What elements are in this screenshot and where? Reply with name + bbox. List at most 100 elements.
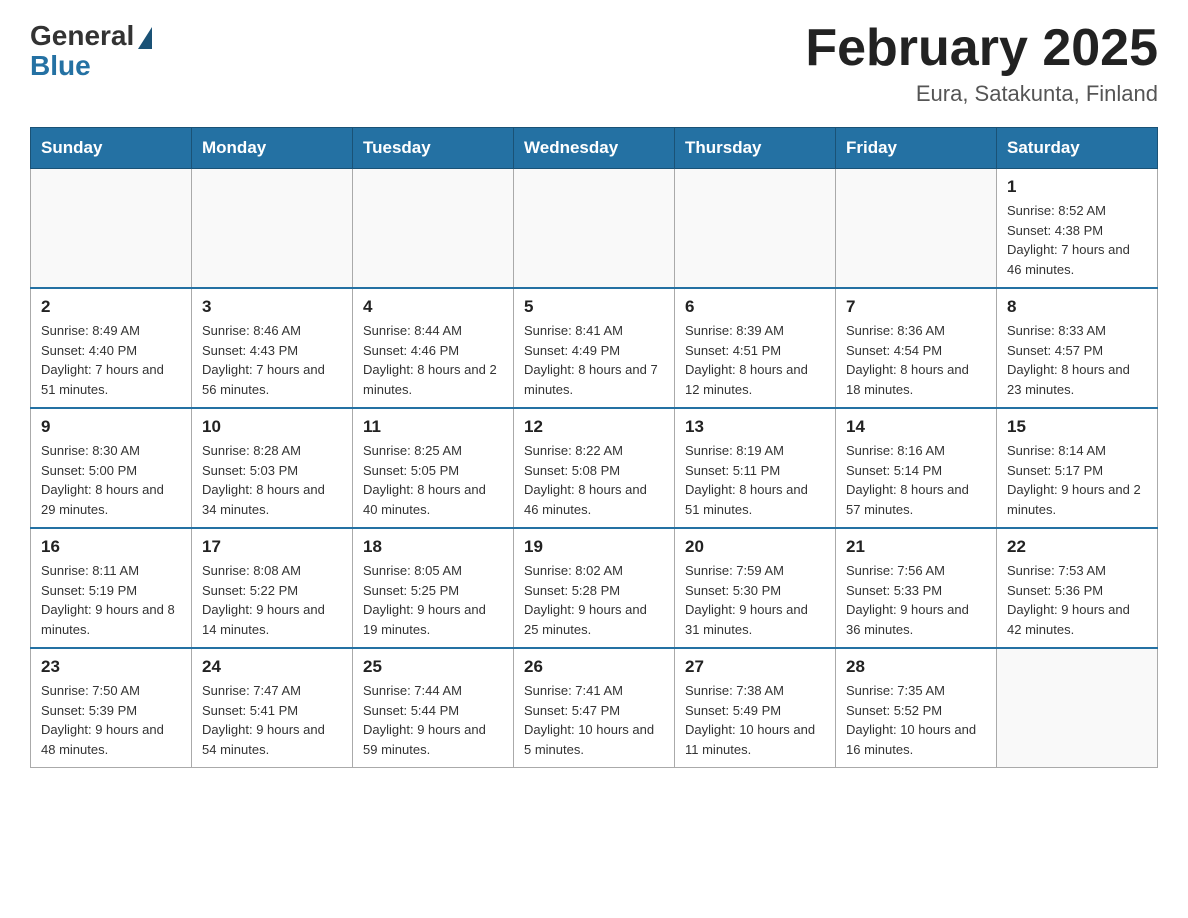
day-number: 24 xyxy=(202,657,342,677)
calendar-day-cell: 13 Sunrise: 8:19 AM Sunset: 5:11 PM Dayli… xyxy=(675,408,836,528)
location-title: Eura, Satakunta, Finland xyxy=(805,81,1158,107)
calendar-day-cell xyxy=(514,169,675,289)
day-number: 1 xyxy=(1007,177,1147,197)
day-info: Sunrise: 7:50 AM Sunset: 5:39 PM Dayligh… xyxy=(41,681,181,759)
calendar-day-cell: 24 Sunrise: 7:47 AM Sunset: 5:41 PM Dayli… xyxy=(192,648,353,768)
day-info: Sunrise: 8:28 AM Sunset: 5:03 PM Dayligh… xyxy=(202,441,342,519)
day-number: 20 xyxy=(685,537,825,557)
calendar-day-cell: 6Sunrise: 8:39 AM Sunset: 4:51 PM Daylig… xyxy=(675,288,836,408)
day-info: Sunrise: 8:25 AM Sunset: 5:05 PM Dayligh… xyxy=(363,441,503,519)
calendar-day-cell xyxy=(836,169,997,289)
calendar-day-cell xyxy=(353,169,514,289)
day-number: 10 xyxy=(202,417,342,437)
calendar-header: SundayMondayTuesdayWednesdayThursdayFrid… xyxy=(31,128,1158,169)
calendar-day-cell: 9 Sunrise: 8:30 AM Sunset: 5:00 PM Daylig… xyxy=(31,408,192,528)
day-info: Sunrise: 8:08 AM Sunset: 5:22 PM Dayligh… xyxy=(202,561,342,639)
calendar-day-cell: 17Sunrise: 8:08 AM Sunset: 5:22 PM Dayli… xyxy=(192,528,353,648)
calendar-day-cell: 14Sunrise: 8:16 AM Sunset: 5:14 PM Dayli… xyxy=(836,408,997,528)
calendar-day-cell: 18Sunrise: 8:05 AM Sunset: 5:25 PM Dayli… xyxy=(353,528,514,648)
day-info: Sunrise: 8:39 AM Sunset: 4:51 PM Dayligh… xyxy=(685,321,825,399)
day-number: 19 xyxy=(524,537,664,557)
day-info: Sunrise: 8:14 AM Sunset: 5:17 PM Dayligh… xyxy=(1007,441,1147,519)
day-info: Sunrise: 7:56 AM Sunset: 5:33 PM Dayligh… xyxy=(846,561,986,639)
day-number: 13 xyxy=(685,417,825,437)
day-number: 21 xyxy=(846,537,986,557)
day-number: 4 xyxy=(363,297,503,317)
day-info: Sunrise: 8:44 AM Sunset: 4:46 PM Dayligh… xyxy=(363,321,503,399)
day-info: Sunrise: 8:36 AM Sunset: 4:54 PM Dayligh… xyxy=(846,321,986,399)
weekday-header-wednesday: Wednesday xyxy=(514,128,675,169)
day-number: 23 xyxy=(41,657,181,677)
day-number: 26 xyxy=(524,657,664,677)
calendar-day-cell: 27Sunrise: 7:38 AM Sunset: 5:49 PM Dayli… xyxy=(675,648,836,768)
day-info: Sunrise: 8:22 AM Sunset: 5:08 PM Dayligh… xyxy=(524,441,664,519)
calendar-day-cell: 7 Sunrise: 8:36 AM Sunset: 4:54 PM Daylig… xyxy=(836,288,997,408)
calendar-body: 1 Sunrise: 8:52 AM Sunset: 4:38 PM Daylig… xyxy=(31,169,1158,768)
calendar-day-cell: 15 Sunrise: 8:14 AM Sunset: 5:17 PM Dayli… xyxy=(997,408,1158,528)
day-number: 2 xyxy=(41,297,181,317)
day-info: Sunrise: 8:19 AM Sunset: 5:11 PM Dayligh… xyxy=(685,441,825,519)
calendar-day-cell xyxy=(192,169,353,289)
calendar-day-cell xyxy=(31,169,192,289)
calendar-day-cell: 25 Sunrise: 7:44 AM Sunset: 5:44 PM Dayli… xyxy=(353,648,514,768)
calendar-day-cell: 1 Sunrise: 8:52 AM Sunset: 4:38 PM Daylig… xyxy=(997,169,1158,289)
day-number: 11 xyxy=(363,417,503,437)
day-number: 7 xyxy=(846,297,986,317)
day-info: Sunrise: 8:52 AM Sunset: 4:38 PM Dayligh… xyxy=(1007,201,1147,279)
day-info: Sunrise: 8:33 AM Sunset: 4:57 PM Dayligh… xyxy=(1007,321,1147,399)
calendar-day-cell: 26 Sunrise: 7:41 AM Sunset: 5:47 PM Dayli… xyxy=(514,648,675,768)
day-info: Sunrise: 7:53 AM Sunset: 5:36 PM Dayligh… xyxy=(1007,561,1147,639)
day-number: 3 xyxy=(202,297,342,317)
month-title: February 2025 xyxy=(805,20,1158,77)
calendar-week-row: 2 Sunrise: 8:49 AM Sunset: 4:40 PM Daylig… xyxy=(31,288,1158,408)
day-number: 8 xyxy=(1007,297,1147,317)
day-info: Sunrise: 7:47 AM Sunset: 5:41 PM Dayligh… xyxy=(202,681,342,759)
calendar-day-cell: 22 Sunrise: 7:53 AM Sunset: 5:36 PM Dayli… xyxy=(997,528,1158,648)
day-info: Sunrise: 8:46 AM Sunset: 4:43 PM Dayligh… xyxy=(202,321,342,399)
logo-general-text: General xyxy=(30,20,134,52)
day-number: 28 xyxy=(846,657,986,677)
day-info: Sunrise: 8:11 AM Sunset: 5:19 PM Dayligh… xyxy=(41,561,181,639)
calendar-day-cell: 5Sunrise: 8:41 AM Sunset: 4:49 PM Daylig… xyxy=(514,288,675,408)
day-number: 15 xyxy=(1007,417,1147,437)
day-number: 22 xyxy=(1007,537,1147,557)
logo-top: General xyxy=(30,20,152,52)
day-info: Sunrise: 8:30 AM Sunset: 5:00 PM Dayligh… xyxy=(41,441,181,519)
weekday-header-row: SundayMondayTuesdayWednesdayThursdayFrid… xyxy=(31,128,1158,169)
calendar-week-row: 16Sunrise: 8:11 AM Sunset: 5:19 PM Dayli… xyxy=(31,528,1158,648)
day-info: Sunrise: 8:41 AM Sunset: 4:49 PM Dayligh… xyxy=(524,321,664,399)
day-info: Sunrise: 7:41 AM Sunset: 5:47 PM Dayligh… xyxy=(524,681,664,759)
calendar-week-row: 1 Sunrise: 8:52 AM Sunset: 4:38 PM Daylig… xyxy=(31,169,1158,289)
calendar-day-cell xyxy=(675,169,836,289)
day-number: 27 xyxy=(685,657,825,677)
calendar-day-cell: 10 Sunrise: 8:28 AM Sunset: 5:03 PM Dayli… xyxy=(192,408,353,528)
day-number: 25 xyxy=(363,657,503,677)
logo-arrow-icon xyxy=(138,27,152,49)
calendar-day-cell: 2 Sunrise: 8:49 AM Sunset: 4:40 PM Daylig… xyxy=(31,288,192,408)
calendar-week-row: 23 Sunrise: 7:50 AM Sunset: 5:39 PM Dayli… xyxy=(31,648,1158,768)
day-number: 14 xyxy=(846,417,986,437)
calendar-week-row: 9 Sunrise: 8:30 AM Sunset: 5:00 PM Daylig… xyxy=(31,408,1158,528)
weekday-header-friday: Friday xyxy=(836,128,997,169)
weekday-header-monday: Monday xyxy=(192,128,353,169)
calendar-table: SundayMondayTuesdayWednesdayThursdayFrid… xyxy=(30,127,1158,768)
day-number: 12 xyxy=(524,417,664,437)
calendar-day-cell: 21 Sunrise: 7:56 AM Sunset: 5:33 PM Dayli… xyxy=(836,528,997,648)
calendar-day-cell: 4 Sunrise: 8:44 AM Sunset: 4:46 PM Daylig… xyxy=(353,288,514,408)
logo-blue-text: Blue xyxy=(30,50,91,82)
calendar-day-cell: 16Sunrise: 8:11 AM Sunset: 5:19 PM Dayli… xyxy=(31,528,192,648)
calendar-day-cell: 28 Sunrise: 7:35 AM Sunset: 5:52 PM Dayli… xyxy=(836,648,997,768)
weekday-header-saturday: Saturday xyxy=(997,128,1158,169)
logo: General Blue xyxy=(30,20,152,82)
day-info: Sunrise: 7:35 AM Sunset: 5:52 PM Dayligh… xyxy=(846,681,986,759)
page-header: General Blue February 2025 Eura, Satakun… xyxy=(30,20,1158,107)
day-info: Sunrise: 8:02 AM Sunset: 5:28 PM Dayligh… xyxy=(524,561,664,639)
weekday-header-sunday: Sunday xyxy=(31,128,192,169)
weekday-header-thursday: Thursday xyxy=(675,128,836,169)
day-number: 18 xyxy=(363,537,503,557)
day-number: 9 xyxy=(41,417,181,437)
day-info: Sunrise: 7:44 AM Sunset: 5:44 PM Dayligh… xyxy=(363,681,503,759)
day-info: Sunrise: 8:49 AM Sunset: 4:40 PM Dayligh… xyxy=(41,321,181,399)
calendar-day-cell: 11 Sunrise: 8:25 AM Sunset: 5:05 PM Dayli… xyxy=(353,408,514,528)
calendar-day-cell: 8 Sunrise: 8:33 AM Sunset: 4:57 PM Daylig… xyxy=(997,288,1158,408)
